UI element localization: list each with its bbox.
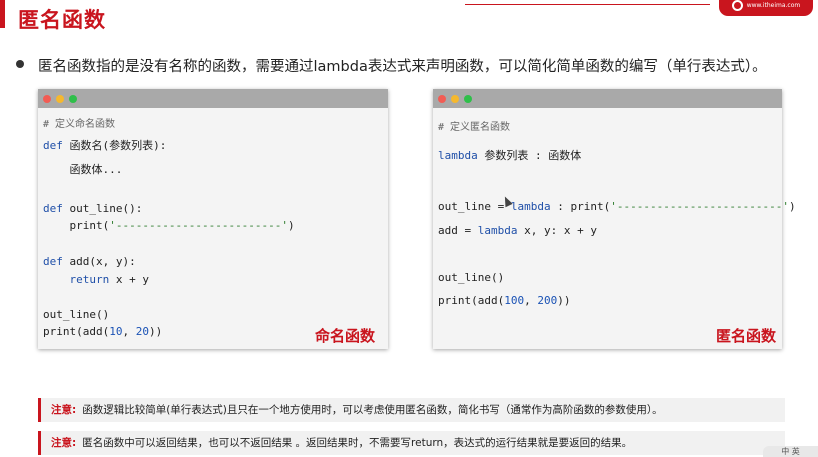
minimize-dot-icon xyxy=(451,95,459,103)
anonymous-function-label: 匿名函数 xyxy=(716,327,777,345)
close-dot-icon xyxy=(438,95,446,103)
named-function-code-window: # 定义命名函数 def 函数名(参数列表): 函数体... def out_l… xyxy=(38,89,388,349)
window-titlebar xyxy=(433,89,782,108)
close-dot-icon xyxy=(43,95,51,103)
maximize-dot-icon xyxy=(464,95,472,103)
brand-circle-icon xyxy=(731,0,743,11)
page-title: 匿名函数 xyxy=(18,8,106,32)
language-toggle[interactable]: 中 英 xyxy=(763,446,818,457)
code-line: out_line() xyxy=(438,271,505,284)
note-box: 注意: 函数逻辑比较简单(单行表达式)且只在一个地方使用时，可以考虑使用匿名函数，… xyxy=(38,398,785,422)
code-line: def out_line(): xyxy=(43,202,143,215)
code-line: print('-------------------------') xyxy=(43,219,295,232)
code-line: out_line() xyxy=(43,308,110,321)
note-text: 匿名函数中可以返回结果，也可以不返回结果 。返回结果时，不需要写return，表… xyxy=(82,437,633,449)
note-label: 注意: xyxy=(51,404,77,416)
bullet-icon xyxy=(16,60,24,68)
note-text: 函数逻辑比较简单(单行表达式)且只在一个地方使用时，可以考虑使用匿名函数，简化书… xyxy=(82,404,663,416)
brand-logo: www.itheima.com xyxy=(719,0,813,16)
note-label: 注意: xyxy=(51,437,77,449)
code-line: print(add(100, 200)) xyxy=(438,294,571,307)
minimize-dot-icon xyxy=(56,95,64,103)
code-line: 函数体... xyxy=(43,163,123,176)
code-comment: # 定义命名函数 xyxy=(43,119,116,130)
maximize-dot-icon xyxy=(69,95,77,103)
code-line: out_line = lambda : print('-------------… xyxy=(438,200,796,213)
code-line: lambda 参数列表 : 函数体 xyxy=(438,149,582,162)
code-line: def add(x, y): xyxy=(43,255,136,268)
code-line: print(add(10, 20)) xyxy=(43,325,163,338)
code-line: return x + y xyxy=(43,273,149,286)
code-comment: # 定义匿名函数 xyxy=(438,122,511,133)
title-accent-bar xyxy=(0,0,5,28)
note-box: 注意: 匿名函数中可以返回结果，也可以不返回结果 。返回结果时，不需要写retur… xyxy=(38,431,785,455)
logo-text: www.itheima.com xyxy=(746,1,801,9)
anonymous-function-code-window: # 定义匿名函数 lambda 参数列表 : 函数体 out_line = la… xyxy=(433,89,796,349)
window-titlebar xyxy=(38,89,388,108)
header-divider xyxy=(465,0,710,5)
code-line: add = lambda x, y: x + y xyxy=(438,224,597,237)
code-line: def 函数名(参数列表): xyxy=(43,139,167,152)
named-function-label: 命名函数 xyxy=(315,327,376,345)
bullet-text: 匿名函数指的是没有名称的函数，需要通过lambda表达式来声明函数，可以简化简单… xyxy=(38,59,767,75)
